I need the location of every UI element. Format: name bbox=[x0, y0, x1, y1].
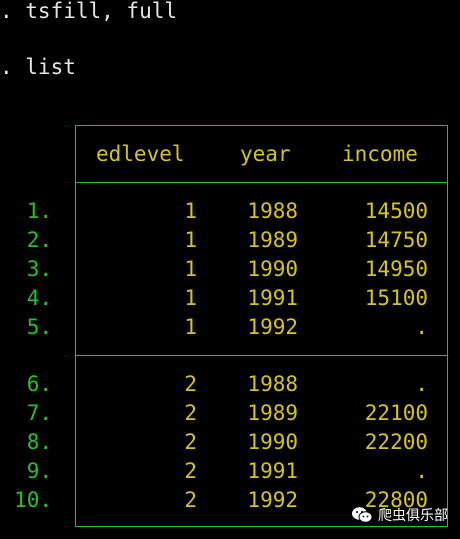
header-separator bbox=[75, 182, 448, 183]
cell-income: 22100 bbox=[364, 401, 428, 425]
cell-income: 14500 bbox=[364, 199, 428, 223]
cell-year: 1990 bbox=[247, 430, 298, 454]
cell-edlevel: 2 bbox=[184, 430, 197, 454]
group-separator bbox=[75, 355, 448, 356]
row-number: 7. bbox=[26, 401, 52, 425]
cell-edlevel: 1 bbox=[184, 228, 197, 252]
cell-income: 22200 bbox=[364, 430, 428, 454]
cell-edlevel: 2 bbox=[184, 401, 197, 425]
row-number: 3. bbox=[26, 257, 52, 281]
row-number: 9. bbox=[26, 459, 52, 483]
row-number: 4. bbox=[26, 286, 52, 310]
watermark-text: 爬虫俱乐部 bbox=[378, 508, 448, 524]
cell-edlevel: 1 bbox=[184, 286, 197, 310]
cell-income: 15100 bbox=[364, 286, 428, 310]
row-number: 2. bbox=[26, 228, 52, 252]
cell-income: . bbox=[415, 315, 428, 339]
row-number: 1. bbox=[26, 199, 52, 223]
cell-year: 1989 bbox=[247, 401, 298, 425]
watermark: 爬虫俱乐部 bbox=[351, 505, 448, 525]
cell-year: 1991 bbox=[247, 459, 298, 483]
cell-income: . bbox=[415, 459, 428, 483]
row-number: 6. bbox=[26, 372, 52, 396]
cell-edlevel: 2 bbox=[184, 459, 197, 483]
column-header-income: income bbox=[342, 142, 418, 166]
cell-year: 1988 bbox=[247, 372, 298, 396]
cell-year: 1990 bbox=[247, 257, 298, 281]
cell-income: 14950 bbox=[364, 257, 428, 281]
cell-year: 1989 bbox=[247, 228, 298, 252]
cell-income: . bbox=[415, 372, 428, 396]
row-number: 8. bbox=[26, 430, 52, 454]
cell-year: 1992 bbox=[247, 315, 298, 339]
cell-edlevel: 1 bbox=[184, 257, 197, 281]
column-header-edlevel: edlevel bbox=[96, 142, 185, 166]
command-line-tsfill: . tsfill, full bbox=[0, 0, 178, 23]
row-number: 5. bbox=[26, 315, 52, 339]
cell-income: 14750 bbox=[364, 228, 428, 252]
cell-year: 1991 bbox=[247, 286, 298, 310]
cell-edlevel: 2 bbox=[184, 488, 197, 512]
cell-year: 1988 bbox=[247, 199, 298, 223]
cell-edlevel: 1 bbox=[184, 199, 197, 223]
wechat-icon bbox=[352, 507, 373, 523]
row-number: 10. bbox=[14, 488, 52, 512]
cell-edlevel: 1 bbox=[184, 315, 197, 339]
column-header-year: year bbox=[240, 142, 291, 166]
cell-year: 1992 bbox=[247, 488, 298, 512]
command-line-list: . list bbox=[0, 55, 76, 79]
cell-edlevel: 2 bbox=[184, 372, 197, 396]
